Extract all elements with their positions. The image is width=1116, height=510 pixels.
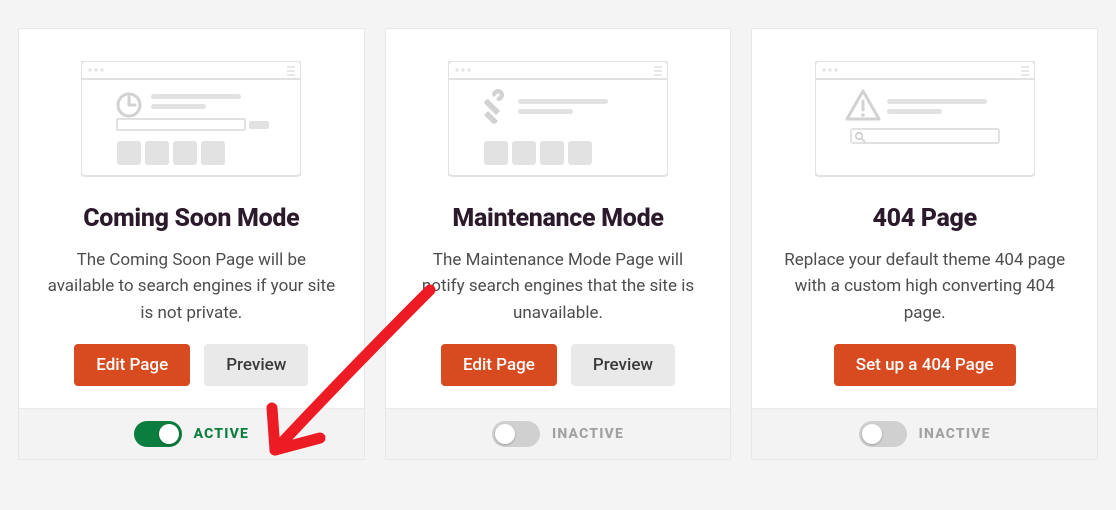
edit-page-button[interactable]: Edit Page: [74, 344, 190, 386]
tools-icon: [484, 89, 504, 124]
404-illustration: [815, 61, 1035, 186]
card-footer: INACTIVE: [386, 408, 731, 459]
status-label: ACTIVE: [194, 426, 250, 442]
preview-button[interactable]: Preview: [204, 344, 308, 386]
card-buttons: Edit Page Preview: [441, 344, 675, 386]
404-page-card: 404 Page Replace your default theme 404 …: [751, 28, 1098, 460]
card-buttons: Edit Page Preview: [74, 344, 308, 386]
status-toggle[interactable]: [492, 421, 540, 447]
card-title: Coming Soon Mode: [83, 204, 299, 233]
warning-icon: [847, 91, 879, 119]
status-label: INACTIVE: [919, 426, 991, 442]
mode-cards-row: Coming Soon Mode The Coming Soon Page wi…: [18, 28, 1098, 460]
card-title: 404 Page: [872, 204, 976, 233]
search-icon: [855, 133, 864, 142]
status-label: INACTIVE: [552, 426, 624, 442]
card-description: The Coming Soon Page will be available t…: [19, 247, 364, 326]
card-description: Replace your default theme 404 page with…: [752, 247, 1097, 326]
card-title: Maintenance Mode: [452, 204, 663, 233]
card-footer: INACTIVE: [752, 408, 1097, 459]
edit-page-button[interactable]: Edit Page: [441, 344, 557, 386]
status-toggle[interactable]: [859, 421, 907, 447]
maintenance-mode-card: Maintenance Mode The Maintenance Mode Pa…: [385, 28, 732, 460]
status-toggle[interactable]: [134, 421, 182, 447]
coming-soon-card: Coming Soon Mode The Coming Soon Page wi…: [18, 28, 365, 460]
card-footer: ACTIVE: [19, 408, 364, 459]
setup-404-button[interactable]: Set up a 404 Page: [834, 344, 1016, 386]
maintenance-illustration: [448, 61, 668, 186]
coming-soon-illustration: [81, 61, 301, 186]
card-description: The Maintenance Mode Page will notify se…: [386, 247, 731, 326]
preview-button[interactable]: Preview: [571, 344, 675, 386]
card-buttons: Set up a 404 Page: [834, 344, 1016, 386]
